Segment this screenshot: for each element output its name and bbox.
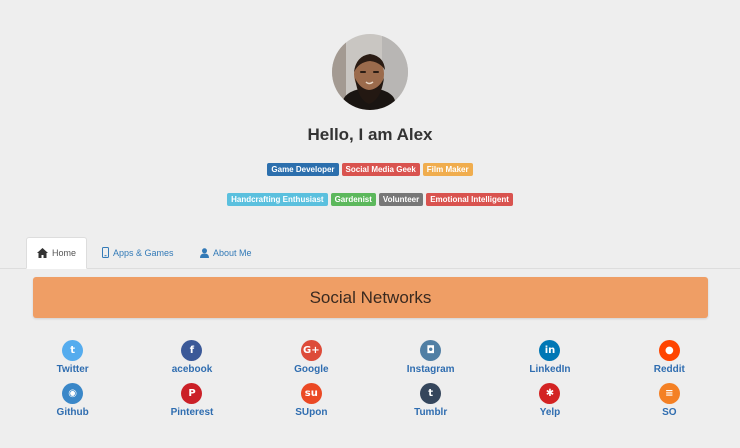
social-link-label: Twitter xyxy=(56,364,89,375)
social-networks-grid: t Twitter f acebook G+ Google ◘ Instagram in Link… xyxy=(13,340,729,420)
nav-tabs: Home Apps & Games About Me xyxy=(0,237,740,269)
skill-badge: Emotional Intelligent xyxy=(426,193,513,206)
stackoverflow-icon: ≡ xyxy=(658,383,680,404)
reddit-icon: ● xyxy=(658,340,680,361)
mobile-phone-icon xyxy=(102,247,109,258)
social-link-twitter[interactable]: t Twitter xyxy=(13,340,132,377)
social-link-so[interactable]: ≡ SO xyxy=(610,383,729,420)
instagram-icon: ◘ xyxy=(420,340,442,361)
user-icon xyxy=(200,247,209,258)
social-link-acebook[interactable]: f acebook xyxy=(132,340,251,377)
tab-about-me[interactable]: About Me xyxy=(190,237,262,268)
social-link-yelp[interactable]: ✱ Yelp xyxy=(490,383,609,420)
avatar-photo xyxy=(332,34,408,110)
social-link-pinterest[interactable]: P Pinterest xyxy=(132,383,251,420)
social-link-label: LinkedIn xyxy=(529,364,571,375)
social-link-reddit[interactable]: ● Reddit xyxy=(610,340,729,377)
social-link-label: SO xyxy=(662,407,677,418)
skill-badge: Volunteer xyxy=(378,193,424,206)
google-plus-icon: G+ xyxy=(300,340,322,361)
skill-badge: Gardenist xyxy=(330,193,376,206)
tab-home-label: Home xyxy=(52,248,77,258)
twitter-icon: t xyxy=(62,340,84,361)
social-link-label: Github xyxy=(56,407,89,418)
social-link-supon[interactable]: su SUpon xyxy=(252,383,371,420)
social-link-tumblr[interactable]: t Tumblr xyxy=(371,383,490,420)
skill-badge: Handcrafting Enthusiast xyxy=(227,193,328,206)
social-link-label: acebook xyxy=(171,364,213,375)
linkedin-icon: in xyxy=(539,340,561,361)
badge-row-2: Handcrafting Enthusiast Gardenist Voluntee… xyxy=(0,193,740,206)
social-link-label: Tumblr xyxy=(414,407,448,418)
tab-home[interactable]: Home xyxy=(26,237,88,269)
stumbleupon-icon: su xyxy=(300,383,322,404)
tab-apps-games[interactable]: Apps & Games xyxy=(92,237,184,268)
social-link-linkedin[interactable]: in LinkedIn xyxy=(490,340,609,377)
social-link-label: SUpon xyxy=(295,407,328,418)
tab-about-me-label: About Me xyxy=(213,247,252,258)
social-link-label: Google xyxy=(294,364,329,375)
social-link-google[interactable]: G+ Google xyxy=(252,340,371,377)
social-link-instagram[interactable]: ◘ Instagram xyxy=(371,340,490,377)
facebook-icon: f xyxy=(181,340,203,361)
badge-row-1: Game Developer Social Media Geek Film Make… xyxy=(0,163,740,176)
avatar xyxy=(332,34,408,110)
tumblr-icon: t xyxy=(420,383,442,404)
yelp-icon: ✱ xyxy=(539,383,561,404)
social-link-label: Reddit xyxy=(653,364,685,375)
greeting-heading: Hello, I am Alex xyxy=(307,125,433,144)
social-link-github[interactable]: ◉ Github xyxy=(13,383,132,420)
social-link-label: Instagram xyxy=(406,364,455,375)
pinterest-icon: P xyxy=(181,383,203,404)
tab-apps-games-label: Apps & Games xyxy=(113,247,174,258)
github-icon: ◉ xyxy=(62,383,84,404)
skill-badge: Film Maker xyxy=(422,163,473,176)
skill-badge: Social Media Geek xyxy=(341,163,420,176)
profile-page: Hello, I am Alex Game Developer Social Me… xyxy=(0,0,740,448)
skill-badge: Game Developer xyxy=(267,163,339,176)
social-link-label: Yelp xyxy=(539,407,561,418)
social-link-label: Pinterest xyxy=(170,407,214,418)
home-icon xyxy=(37,248,48,258)
social-networks-heading: Social Networks xyxy=(33,277,708,318)
